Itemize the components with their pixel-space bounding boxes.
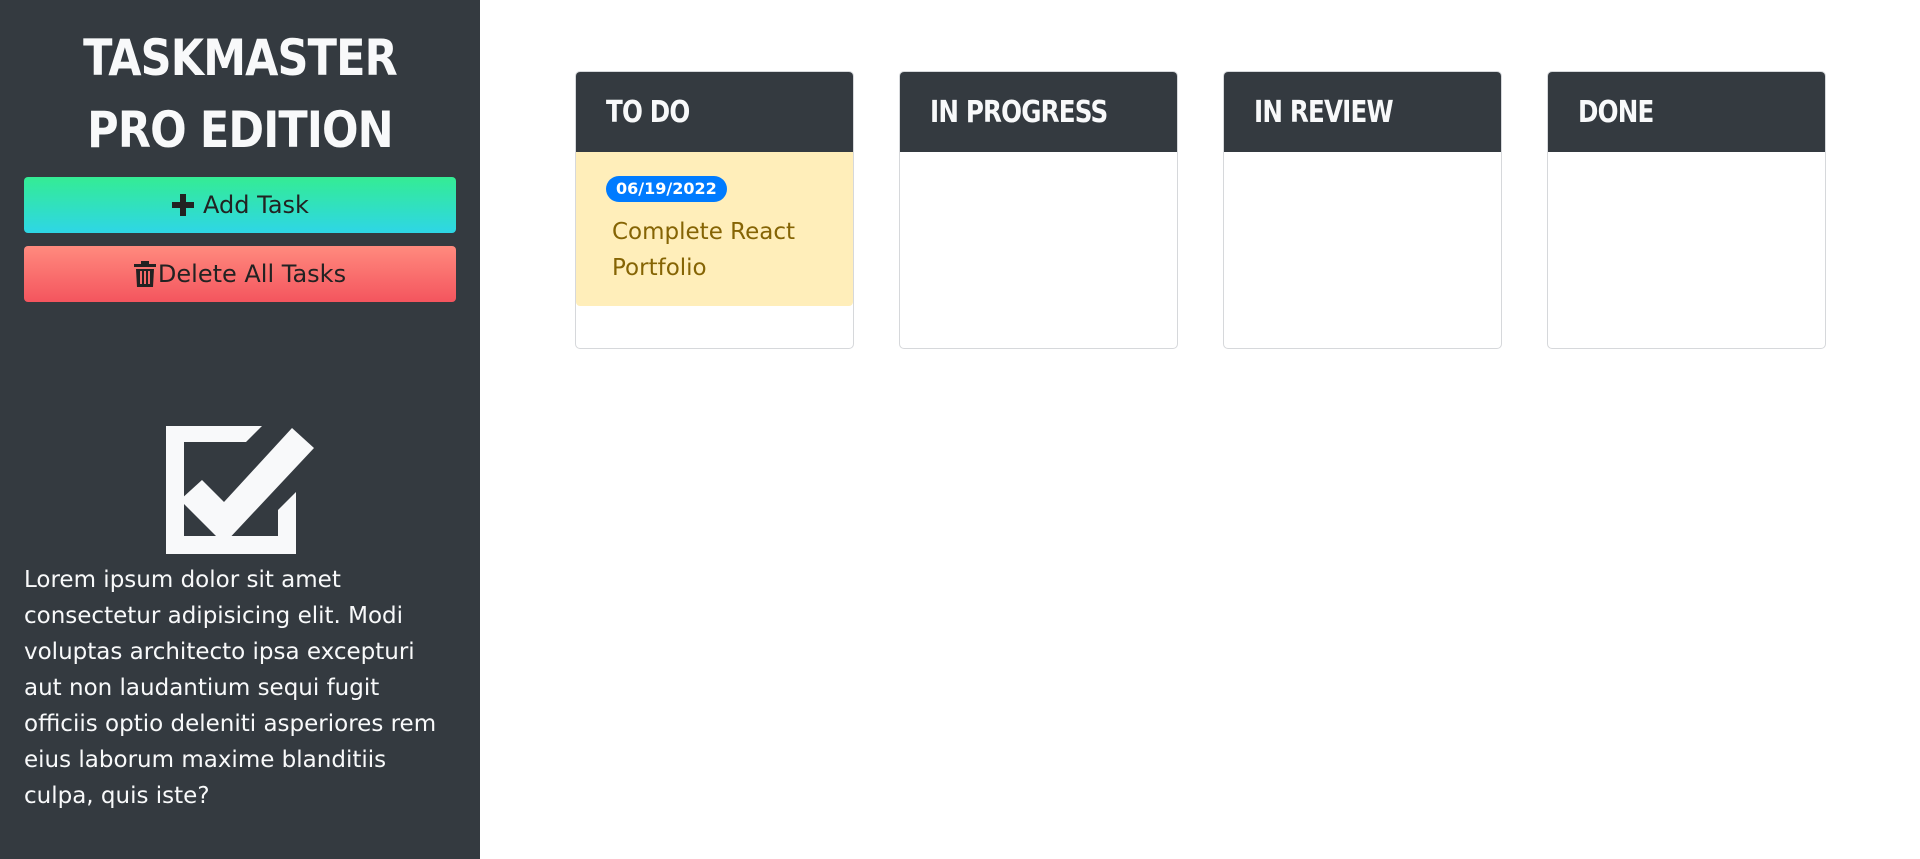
due-date-badge: 06/19/2022 bbox=[606, 176, 727, 202]
column-title: DONE bbox=[1578, 94, 1654, 130]
task-card[interactable]: 06/19/2022 Complete React Portfolio bbox=[576, 152, 853, 306]
app: TASKMASTER PRO EDITION Add Task Delete A… bbox=[0, 0, 1920, 859]
add-task-button[interactable]: Add Task bbox=[24, 177, 456, 233]
trash-icon bbox=[133, 261, 156, 287]
column-title: IN REVIEW bbox=[1254, 94, 1394, 130]
column-header: IN PROGRESS bbox=[900, 72, 1177, 152]
delete-all-tasks-button[interactable]: Delete All Tasks bbox=[24, 246, 456, 302]
task-board: TO DO 06/19/2022 Complete React Portfoli… bbox=[575, 71, 1826, 349]
column-in-progress[interactable]: IN PROGRESS bbox=[899, 71, 1178, 349]
delete-all-tasks-label: Delete All Tasks bbox=[157, 260, 347, 288]
sidebar: TASKMASTER PRO EDITION Add Task Delete A… bbox=[0, 0, 480, 859]
app-title: TASKMASTER PRO EDITION bbox=[83, 29, 398, 159]
plus-icon bbox=[171, 193, 195, 217]
add-task-label: Add Task bbox=[203, 191, 309, 219]
column-header: IN REVIEW bbox=[1224, 72, 1501, 152]
about-text: Lorem ipsum dolor sit amet consectetur a… bbox=[24, 567, 437, 809]
column-title: TO DO bbox=[606, 94, 690, 130]
column-done[interactable]: DONE bbox=[1547, 71, 1826, 349]
check-square-icon bbox=[166, 426, 314, 554]
column-header: TO DO bbox=[576, 72, 853, 152]
column-in-review[interactable]: IN REVIEW bbox=[1223, 71, 1502, 349]
task-title: Complete React Portfolio bbox=[612, 219, 796, 281]
column-header: DONE bbox=[1548, 72, 1825, 152]
column-todo[interactable]: TO DO 06/19/2022 Complete React Portfoli… bbox=[575, 71, 854, 349]
column-title: IN PROGRESS bbox=[930, 94, 1108, 130]
